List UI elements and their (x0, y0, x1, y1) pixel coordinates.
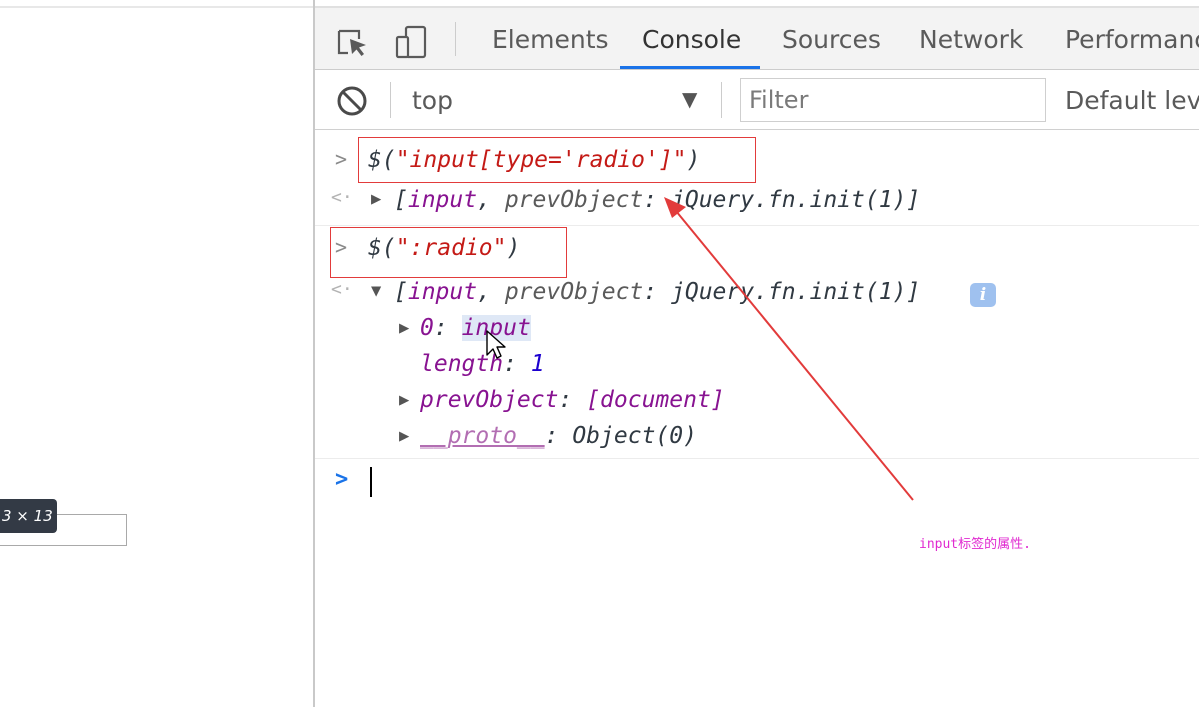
tab-bar-separator (455, 22, 456, 56)
context-dropdown-icon[interactable]: ▼ (682, 70, 697, 130)
context-selector[interactable]: top (412, 70, 453, 130)
console-separator (315, 225, 1199, 226)
toolbar-separator (390, 82, 391, 118)
highlight-box-command-2 (330, 227, 567, 278)
object-property-row[interactable]: ▶ __proto__: Object(0) (315, 419, 1199, 455)
expand-triangle-icon[interactable]: ▶ (371, 189, 381, 209)
tab-elements[interactable]: Elements (492, 8, 609, 70)
object-property-row[interactable]: ▶ prevObject: [document] (315, 383, 1199, 419)
active-tab-indicator (620, 66, 760, 69)
log-levels-dropdown[interactable]: Default leve (1065, 70, 1199, 130)
result-preview: [input, prevObject: jQuery.fn.init(1)] (394, 279, 921, 305)
web-page-viewport: 3 × 13 (0, 0, 313, 707)
result-arrow-icon: <· (331, 279, 353, 300)
devtools-panel: Elements Console Sources Network Perform… (315, 0, 1199, 707)
expand-triangle-icon[interactable]: ▶ (399, 390, 409, 410)
result-preview: [input, prevObject: jQuery.fn.init(1)] (394, 187, 921, 213)
property-text: prevObject: [document] (420, 387, 725, 413)
console-toolbar: top ▼ Default leve (315, 70, 1199, 130)
property-text: __proto__: Object(0) (420, 423, 697, 449)
console-input-caret[interactable] (370, 467, 372, 497)
page-top-border (0, 6, 313, 8)
device-toolbar-icon[interactable] (394, 25, 428, 59)
expand-triangle-icon[interactable]: ▶ (399, 426, 409, 446)
clear-console-icon[interactable] (335, 84, 369, 118)
highlight-box-command-1 (358, 137, 756, 183)
tab-sources[interactable]: Sources (782, 8, 881, 70)
tab-performance[interactable]: Performanc (1065, 8, 1199, 70)
result-arrow-icon: <· (331, 187, 353, 208)
property-text: 0: input (420, 315, 531, 341)
console-filter-input[interactable] (740, 78, 1046, 122)
console-result-line[interactable]: <· ▶ [input, prevObject: jQuery.fn.init(… (315, 183, 1199, 221)
console-output: > $("input[type='radio']") <· ▶ [input, … (315, 131, 1199, 707)
chevron-right-icon: > (335, 467, 349, 492)
console-separator (315, 458, 1199, 459)
annotation-note: input标签的属性. (919, 537, 1031, 552)
object-property-row[interactable]: length: 1 (315, 347, 1199, 383)
console-result-line[interactable]: <· ▼ [input, prevObject: jQuery.fn.init(… (315, 275, 1199, 313)
element-size-tooltip: 3 × 13 (0, 499, 57, 533)
toolbar-separator (721, 82, 722, 118)
chevron-right-icon: > (335, 147, 348, 171)
expand-triangle-icon[interactable]: ▶ (399, 318, 409, 338)
collapse-triangle-icon[interactable]: ▼ (371, 281, 381, 301)
devtools-tab-bar: Elements Console Sources Network Perform… (315, 8, 1199, 70)
object-property-row[interactable]: ▶ 0: input (315, 311, 1199, 347)
info-icon[interactable]: i (970, 283, 996, 307)
inspect-element-icon[interactable] (335, 25, 369, 59)
tab-console[interactable]: Console (642, 8, 741, 70)
tab-network[interactable]: Network (919, 8, 1023, 70)
property-text: length: 1 (420, 351, 545, 377)
